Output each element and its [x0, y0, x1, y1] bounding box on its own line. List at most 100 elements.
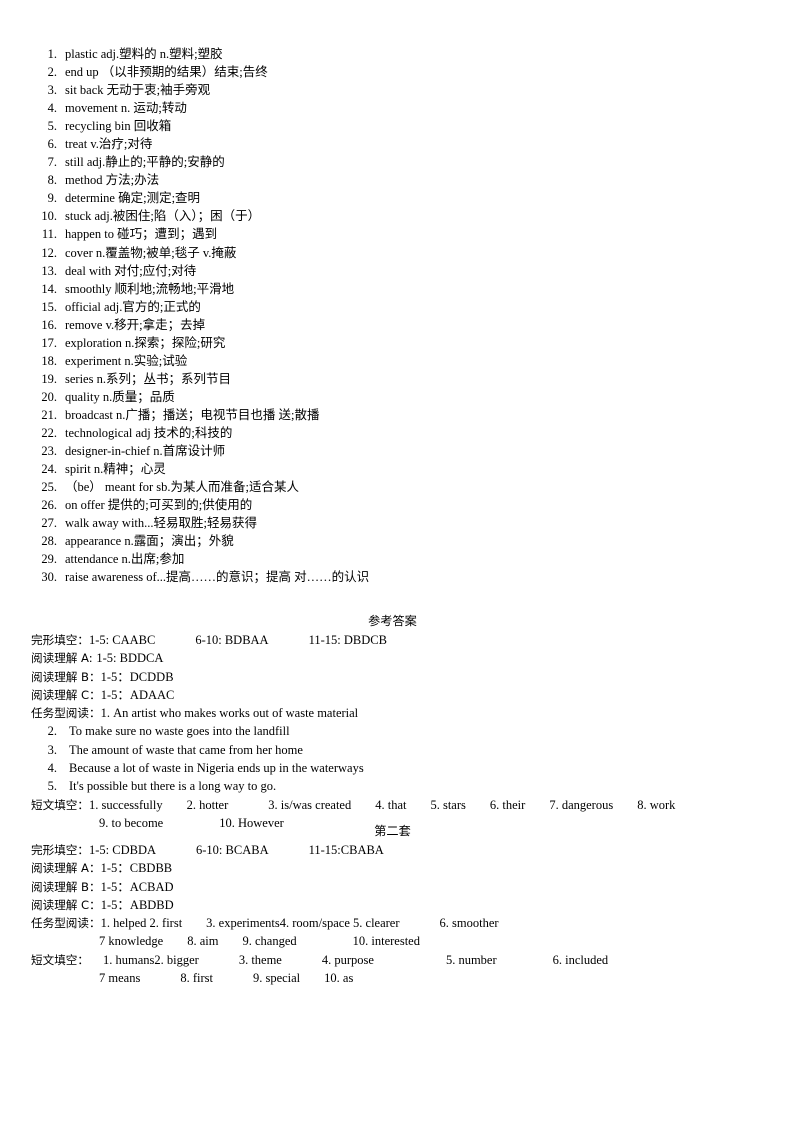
list-item-number: 29. — [41, 552, 57, 567]
task-fill-item: 7 knowledge — [99, 934, 164, 949]
list-item-text: method 方法;办法 — [65, 173, 160, 188]
list-item: 10. stuck adj.被困住;陷（入）；困（于） — [31, 207, 751, 225]
passage-fill-row: 7 means 8. first 9. special 10. as — [31, 969, 761, 987]
list-item: 12. cover n.覆盖物;被单;毯子 v.掩蔽 — [31, 244, 751, 262]
task-reading-row: 7 knowledge 8. aim 9. changed 10. intereste… — [31, 932, 761, 950]
list-item: 23. designer-in-chief n.首席设计师 — [31, 442, 751, 460]
cloze-answers-row: 完形填空：1-5: CDBDA 6-10: BCABA 11-15:CBABA — [31, 841, 761, 859]
list-item-text: raise awareness of...提高……的意识；提高 对……的认识 — [65, 570, 370, 585]
list-item: 9. determine 确定;测定;查明 — [31, 189, 751, 207]
list-item-text: on offer 提供的;可买到的;供使用的 — [65, 498, 253, 513]
task-fill-item: 6. smoother — [439, 916, 499, 931]
cloze-group-2: 6-10: BCABA — [196, 843, 269, 857]
list-item: 27. walk away with...轻易取胜;轻易获得 — [31, 514, 751, 532]
list-item-number: 8. — [47, 173, 57, 188]
list-item-number: 30. — [41, 570, 57, 585]
list-item-number: 4. — [47, 101, 57, 116]
passage-fill-item: 3. is/was created — [268, 797, 352, 812]
list-item-number: 20. — [41, 389, 57, 404]
list-item: 19. series n.系列；丛书；系列节目 — [31, 370, 751, 388]
reading-b-answers: 1-5：ACBAD — [100, 879, 174, 894]
task-item-number: 1. — [100, 706, 110, 721]
list-item-text: broadcast n.广播；播送；电视节目也播 送;散播 — [65, 407, 320, 422]
passage-fill-item: 2. hotter — [186, 797, 229, 812]
list-item-number: 26. — [41, 498, 57, 513]
list-item-text: plastic adj.塑料的 n.塑料;塑胶 — [65, 47, 223, 61]
task-fill-item: 4. room/space — [279, 916, 350, 931]
task-fill-item: 2. first — [149, 916, 183, 931]
list-item-text: experiment n.实验;试验 — [65, 353, 188, 368]
list-item-number: 5. — [47, 119, 57, 134]
list-item: 20. quality n.质量；品质 — [31, 388, 751, 406]
list-item-text: deal with 对付;应付;对待 — [65, 263, 197, 278]
task-fill-item: 9. changed — [242, 934, 297, 949]
list-item-text: technological adj 技术的;科技的 — [65, 425, 233, 440]
vocabulary-list: 1. plastic adj.塑料的 n.塑料;塑胶 2. end up （以非预期… — [31, 45, 751, 586]
list-item-number: 15. — [41, 299, 57, 314]
reading-a-answers: 1-5: BDDCA — [96, 651, 164, 666]
list-item-text: exploration n.探索；探险;研究 — [65, 335, 226, 350]
list-item: 29. attendance n.出席;参加 — [31, 550, 751, 568]
list-item-number: 1. — [47, 47, 57, 61]
cloze-group-3: 11-15:CBABA — [308, 843, 384, 857]
reading-a-label: 阅读理解 A: — [31, 651, 97, 666]
task-item-number: 4. — [47, 761, 57, 776]
list-item: 2. end up （以非预期的结果）结束;告终 — [31, 63, 751, 81]
cloze-group-1: 1-5: CAABC — [88, 633, 156, 647]
passage-fill-item: 4. purpose — [321, 952, 374, 967]
list-item: 6. treat v.治疗;对待 — [31, 135, 751, 153]
list-item: 1. plastic adj.塑料的 n.塑料;塑胶 — [31, 45, 751, 63]
list-item-number: 27. — [41, 516, 57, 531]
list-item-text: sit back 无动于衷;袖手旁观 — [65, 83, 211, 98]
answer-key-set-one: 参考答案 完形填空：1-5: CAABC 6-10: BDBAA 11-15: DB… — [31, 612, 761, 832]
task-item-text: Because a lot of waste in Nigeria ends u… — [69, 761, 364, 776]
task-fill-item: 10. interested — [352, 934, 420, 949]
list-item-number: 10. — [41, 209, 57, 224]
list-item-text: quality n.质量；品质 — [65, 389, 175, 404]
task-item-text: It's possible but there is a long way to… — [69, 779, 277, 794]
list-item-text: movement n. 运动;转动 — [65, 101, 187, 116]
task-fill-item: 5. clearer — [353, 916, 400, 931]
cloze-group-3: 11-15: DBDCB — [308, 633, 387, 647]
list-item-number: 19. — [41, 371, 57, 386]
list-item-number: 28. — [41, 534, 57, 549]
passage-fill-item: 1. successfully — [88, 797, 163, 812]
list-item-number: 25. — [41, 480, 57, 495]
set-two-heading: 第二套 — [374, 824, 411, 838]
reading-b-row: 阅读理解 B：1-5：DCDDB — [31, 668, 761, 686]
cloze-group-2: 6-10: BDBAA — [195, 633, 269, 647]
list-item-text: stuck adj.被困住;陷（入）；困（于） — [65, 209, 261, 224]
reading-c-answers: 1-5：ADAAC — [100, 687, 175, 702]
cloze-group-1: 1-5: CDBDA — [88, 843, 157, 857]
reading-b-label: 阅读理解 B： — [31, 669, 101, 684]
passage-fill-item: 8. first — [180, 971, 213, 986]
passage-fill-item: 5. stars — [430, 797, 466, 812]
list-item-number: 9. — [47, 191, 57, 206]
list-item-number: 24. — [41, 462, 57, 477]
cloze-label: 完形填空： — [31, 843, 89, 857]
reading-b-row: 阅读理解 B：1-5：ACBAD — [31, 878, 761, 896]
passage-fill-item: 4. that — [375, 797, 407, 812]
list-item: 14. smoothly 顺利地;流畅地;平滑地 — [31, 280, 751, 298]
list-item-number: 7. — [47, 155, 57, 170]
list-item-text: official adj.官方的;正式的 — [65, 299, 201, 314]
list-item-text: treat v.治疗;对待 — [65, 137, 153, 152]
list-item: 8. method 方法;办法 — [31, 171, 751, 189]
task-fill-item: 8. aim — [187, 934, 219, 949]
list-item: 17. exploration n.探索；探险;研究 — [31, 334, 751, 352]
passage-fill-row: 短文填空： 1. humans2. bigger 3. theme 4. purpos… — [31, 951, 761, 969]
list-item: 22. technological adj 技术的;科技的 — [31, 424, 751, 442]
list-item-text: series n.系列；丛书；系列节目 — [65, 371, 231, 386]
task-reading-row: 任务型阅读：1. An artist who makes works out o… — [31, 704, 761, 722]
passage-fill-label: 短文填空： — [31, 797, 89, 812]
list-item: 7. still adj.静止的;平静的;安静的 — [31, 153, 751, 171]
list-item-text: designer-in-chief n.首席设计师 — [65, 444, 226, 459]
cloze-label: 完形填空： — [31, 633, 89, 647]
task-item-number: 5. — [47, 779, 57, 794]
list-item-text: cover n.覆盖物;被单;毯子 v.掩蔽 — [65, 245, 237, 260]
list-item-text: still adj.静止的;平静的;安静的 — [65, 155, 225, 170]
list-item: 24. spirit n.精神；心灵 — [31, 460, 751, 478]
list-item: 15. official adj.官方的;正式的 — [31, 298, 751, 316]
task-reading-label: 任务型阅读： — [31, 916, 101, 931]
passage-fill-item: 2. bigger — [154, 952, 199, 967]
